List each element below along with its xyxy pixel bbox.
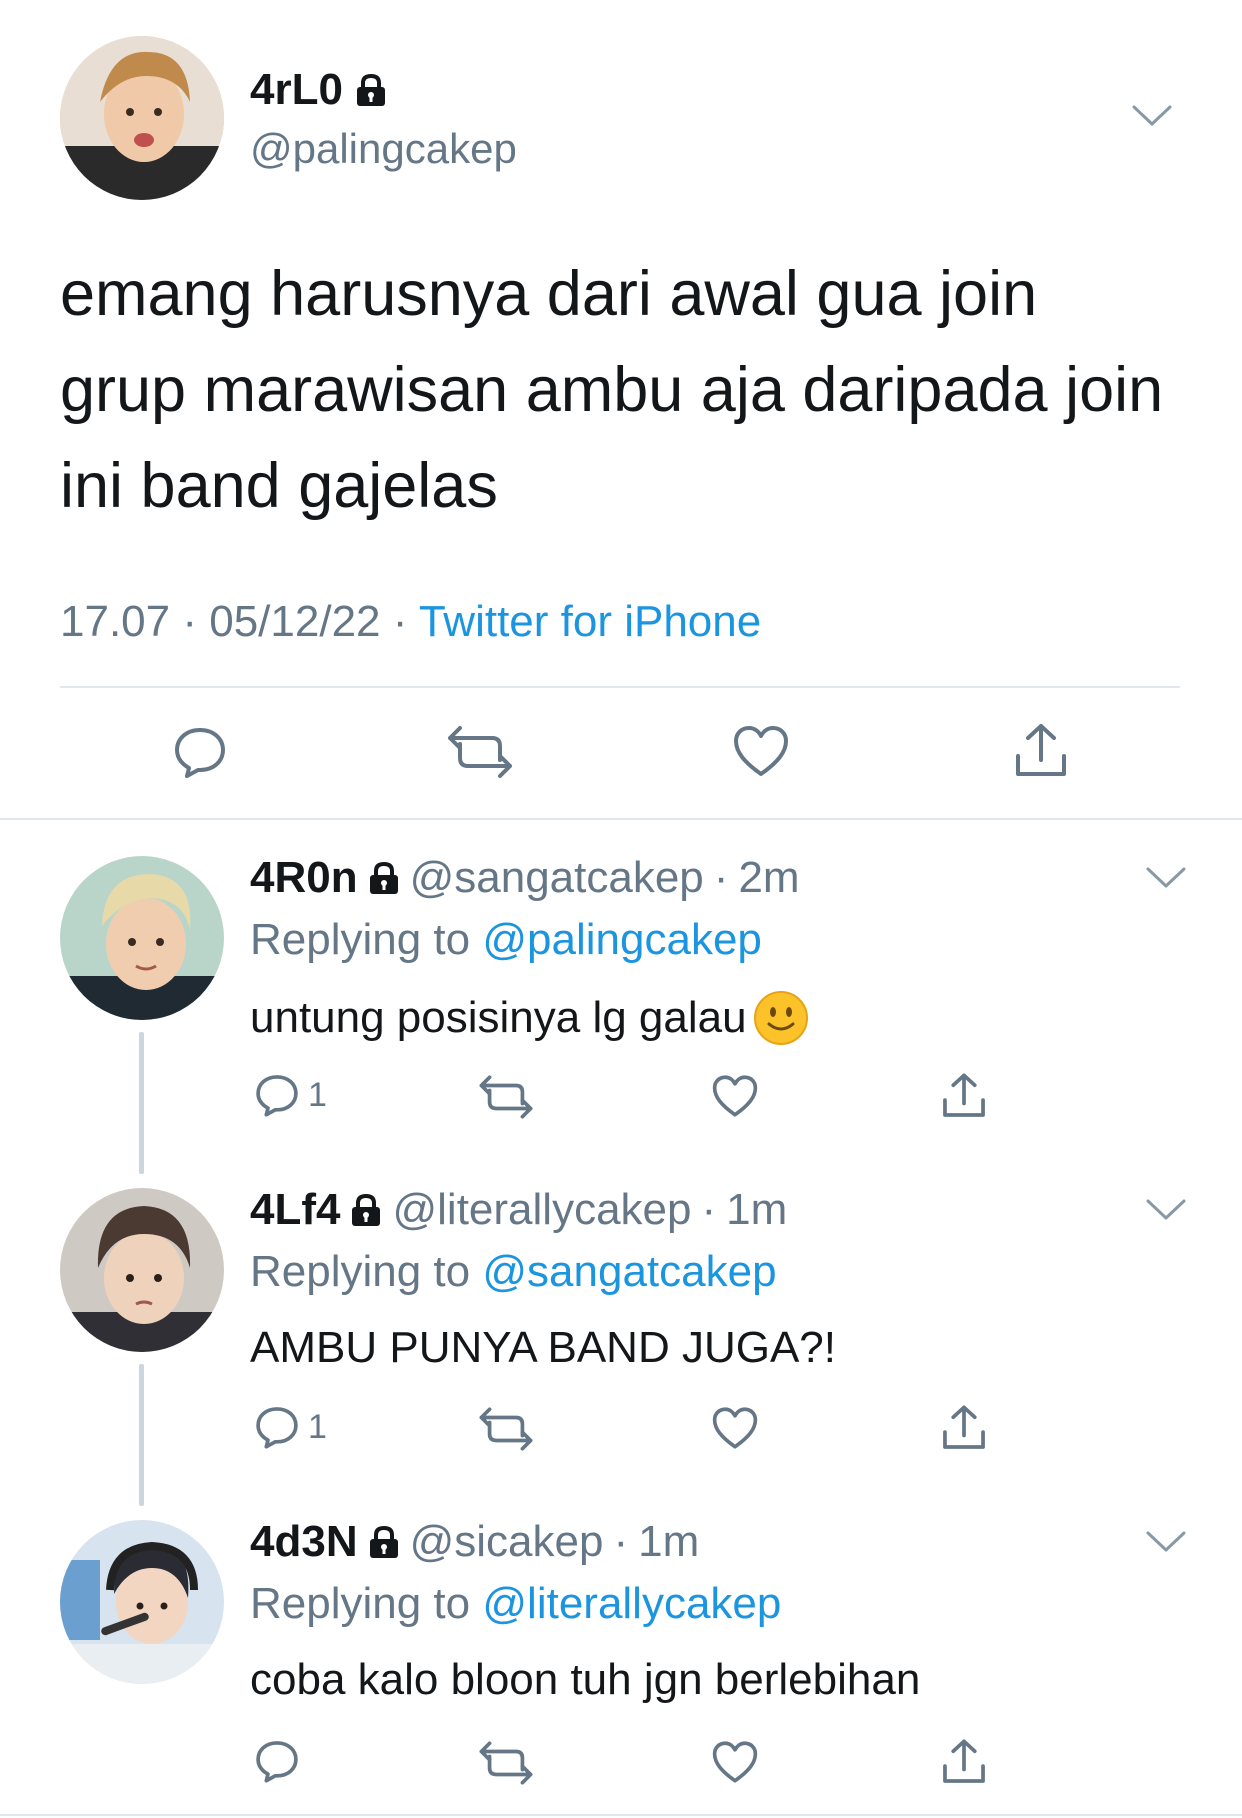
share-button[interactable] [1012,722,1070,780]
like-button[interactable] [711,1406,759,1450]
reply-button[interactable] [254,1738,308,1784]
main-display-name-row[interactable]: 4rL0 [250,64,387,116]
display-name[interactable]: 4rL0 [250,64,343,116]
replying-to: Replying to @sangatcakep [250,1246,777,1298]
retweet-button[interactable] [478,1740,534,1786]
share-icon [1016,724,1066,776]
share-button[interactable] [940,1072,988,1120]
comment-icon [256,1075,298,1117]
replying-to: Replying to @literallycakep [250,1578,781,1630]
like-button[interactable] [711,1740,759,1784]
retweet-icon [479,1741,533,1785]
retweet-button[interactable] [478,1406,534,1452]
reply-count: 1 [308,1075,327,1114]
retweet-icon [479,1407,533,1451]
like-button[interactable] [732,724,790,778]
reply-text-row: coba kalo bloon tuh jgn berlebihan [250,1654,920,1706]
tweet-time: 17.07 [60,597,171,646]
like-button[interactable] [711,1074,759,1118]
retweet-button[interactable] [478,1074,534,1120]
mention-link[interactable]: @sangatcakep [482,1247,776,1296]
reply-button[interactable] [172,724,228,780]
meta-separator: · [613,1517,629,1566]
reply-age: 1m [638,1517,700,1566]
reply-count: 1 [308,1407,327,1446]
tweet-source-link[interactable]: Twitter for iPhone [419,597,761,646]
retweet-icon [479,1075,533,1119]
mention-link[interactable]: @literallycakep [482,1579,781,1628]
handle[interactable]: @sangatcakep [410,852,704,904]
reply-text: coba kalo bloon tuh jgn berlebihan [250,1655,921,1704]
meta-separator: · [701,1185,717,1234]
replying-to-label: Replying to [250,1579,471,1628]
heart-icon [712,1741,758,1783]
heart-icon [712,1407,758,1449]
replying-to-label: Replying to [250,1247,471,1296]
display-name[interactable]: 4d3N [250,1516,358,1568]
avatar[interactable] [60,1188,224,1352]
reply-text: AMBU PUNYA BAND JUGA?! [250,1323,836,1372]
meta-separator: · [182,597,197,646]
chevron-down-icon[interactable] [1146,866,1186,890]
chevron-down-icon[interactable] [1146,1198,1186,1222]
divider [60,686,1180,688]
reply-age: 2m [738,853,800,902]
reply-text: untung posisinya lg galau [250,993,747,1042]
reply-button[interactable]: 1 [254,1404,327,1450]
retweet-icon [448,726,512,778]
comment-icon [175,728,225,778]
reply-header: 4R0n @sangatcakep · 2m [250,852,800,904]
reply-button[interactable]: 1 [254,1072,327,1118]
reply-age: 1m [726,1185,788,1234]
reply-header: 4Lf4 @literallycakep · 1m [250,1184,787,1236]
comment-icon [256,1741,298,1783]
lock-icon [352,1193,381,1226]
replying-to-label: Replying to [250,915,471,964]
divider [0,818,1242,820]
chevron-down-icon[interactable] [1132,104,1172,128]
display-name[interactable]: 4R0n [250,852,358,904]
tweet-meta: 17.07 · 05/12/22 · Twitter for iPhone [60,594,761,650]
display-name[interactable]: 4Lf4 [250,1184,340,1236]
lock-icon [369,861,398,894]
retweet-button[interactable] [446,724,514,780]
lock-icon [369,1525,398,1558]
tweet-date: 05/12/22 [209,597,381,646]
share-button[interactable] [940,1738,988,1786]
reply-header: 4d3N @sicakep · 1m [250,1516,699,1568]
comment-icon [256,1407,298,1449]
tweet-text: emang harusnya dari awal gua join grup m… [60,259,1164,521]
heart-icon [734,726,788,776]
avatar[interactable] [60,856,224,1020]
thread-line [139,1364,144,1506]
handle[interactable]: @palingcakep [250,124,517,174]
slightly-smiling-face-emoji [753,991,808,1045]
heart-icon [712,1075,758,1117]
replying-to: Replying to @palingcakep [250,914,762,966]
avatar[interactable] [60,1520,224,1684]
reply-text-row: AMBU PUNYA BAND JUGA?! [250,1322,836,1374]
share-icon [943,1405,985,1449]
meta-separator: · [392,597,408,646]
reply-text-row: untung posisinya lg galau [250,990,809,1046]
handle[interactable]: @sicakep [410,1516,604,1568]
mention-link[interactable]: @palingcakep [482,915,762,964]
divider [0,1814,1242,1816]
share-icon [943,1739,985,1783]
share-icon [943,1073,985,1117]
thread-line [139,1032,144,1174]
avatar[interactable] [60,36,224,200]
meta-separator: · [713,853,729,902]
share-button[interactable] [940,1404,988,1452]
lock-icon [356,73,385,106]
chevron-down-icon[interactable] [1146,1530,1186,1554]
handle[interactable]: @literallycakep [392,1184,691,1236]
